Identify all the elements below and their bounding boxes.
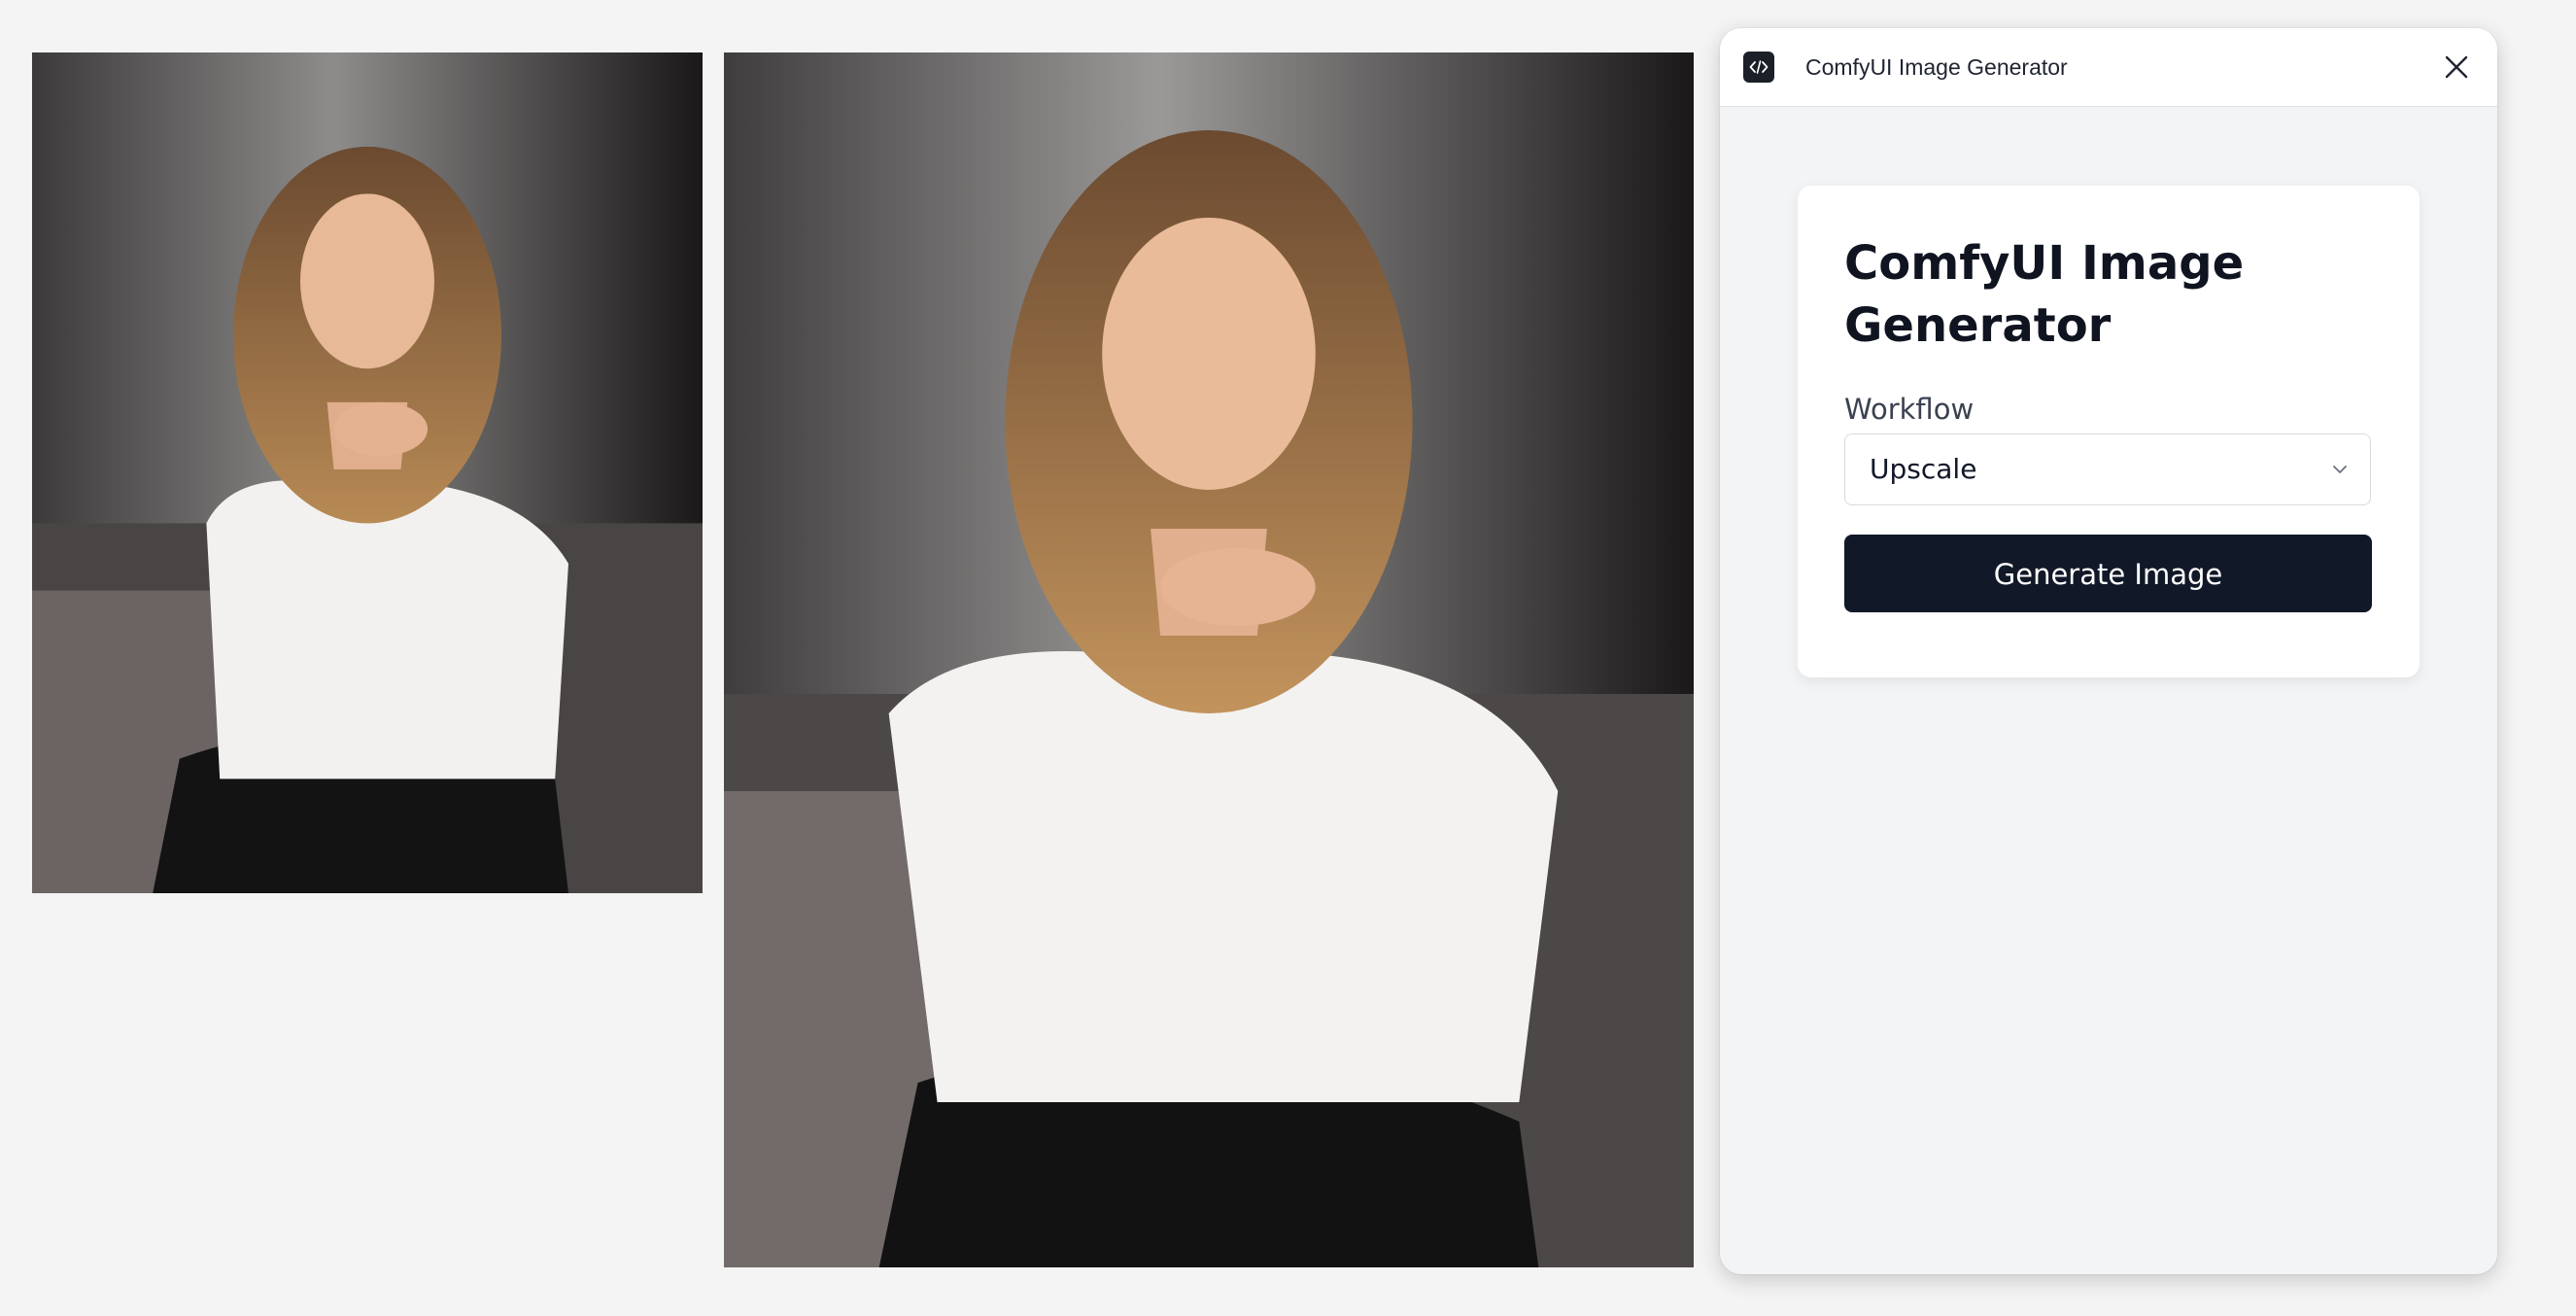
screen: ComfyUI Image Generator ComfyUI Image Ge… <box>0 0 2576 1316</box>
chevron-down-icon <box>2333 466 2347 473</box>
generate-image-button[interactable]: Generate Image <box>1844 535 2372 612</box>
close-icon <box>2445 55 2468 79</box>
original-photo <box>32 52 703 893</box>
workflow-selected-value: Upscale <box>1870 453 1977 485</box>
photo-illustration <box>32 52 703 893</box>
code-icon <box>1743 52 1774 83</box>
workflow-label: Workflow <box>1844 393 1975 426</box>
card-title: ComfyUI Image Generator <box>1844 236 2245 353</box>
close-button[interactable] <box>2437 48 2476 87</box>
upscaled-photo <box>724 52 1694 1267</box>
workflow-select[interactable]: Upscale <box>1844 433 2371 505</box>
photo-illustration <box>724 52 1694 1267</box>
generator-card: ComfyUI Image Generator Workflow Upscale… <box>1798 186 2420 677</box>
panel-title: ComfyUI Image Generator <box>1805 54 2068 80</box>
panel-header: ComfyUI Image Generator <box>1720 28 2497 107</box>
generator-panel: ComfyUI Image Generator ComfyUI Image Ge… <box>1720 28 2497 1274</box>
